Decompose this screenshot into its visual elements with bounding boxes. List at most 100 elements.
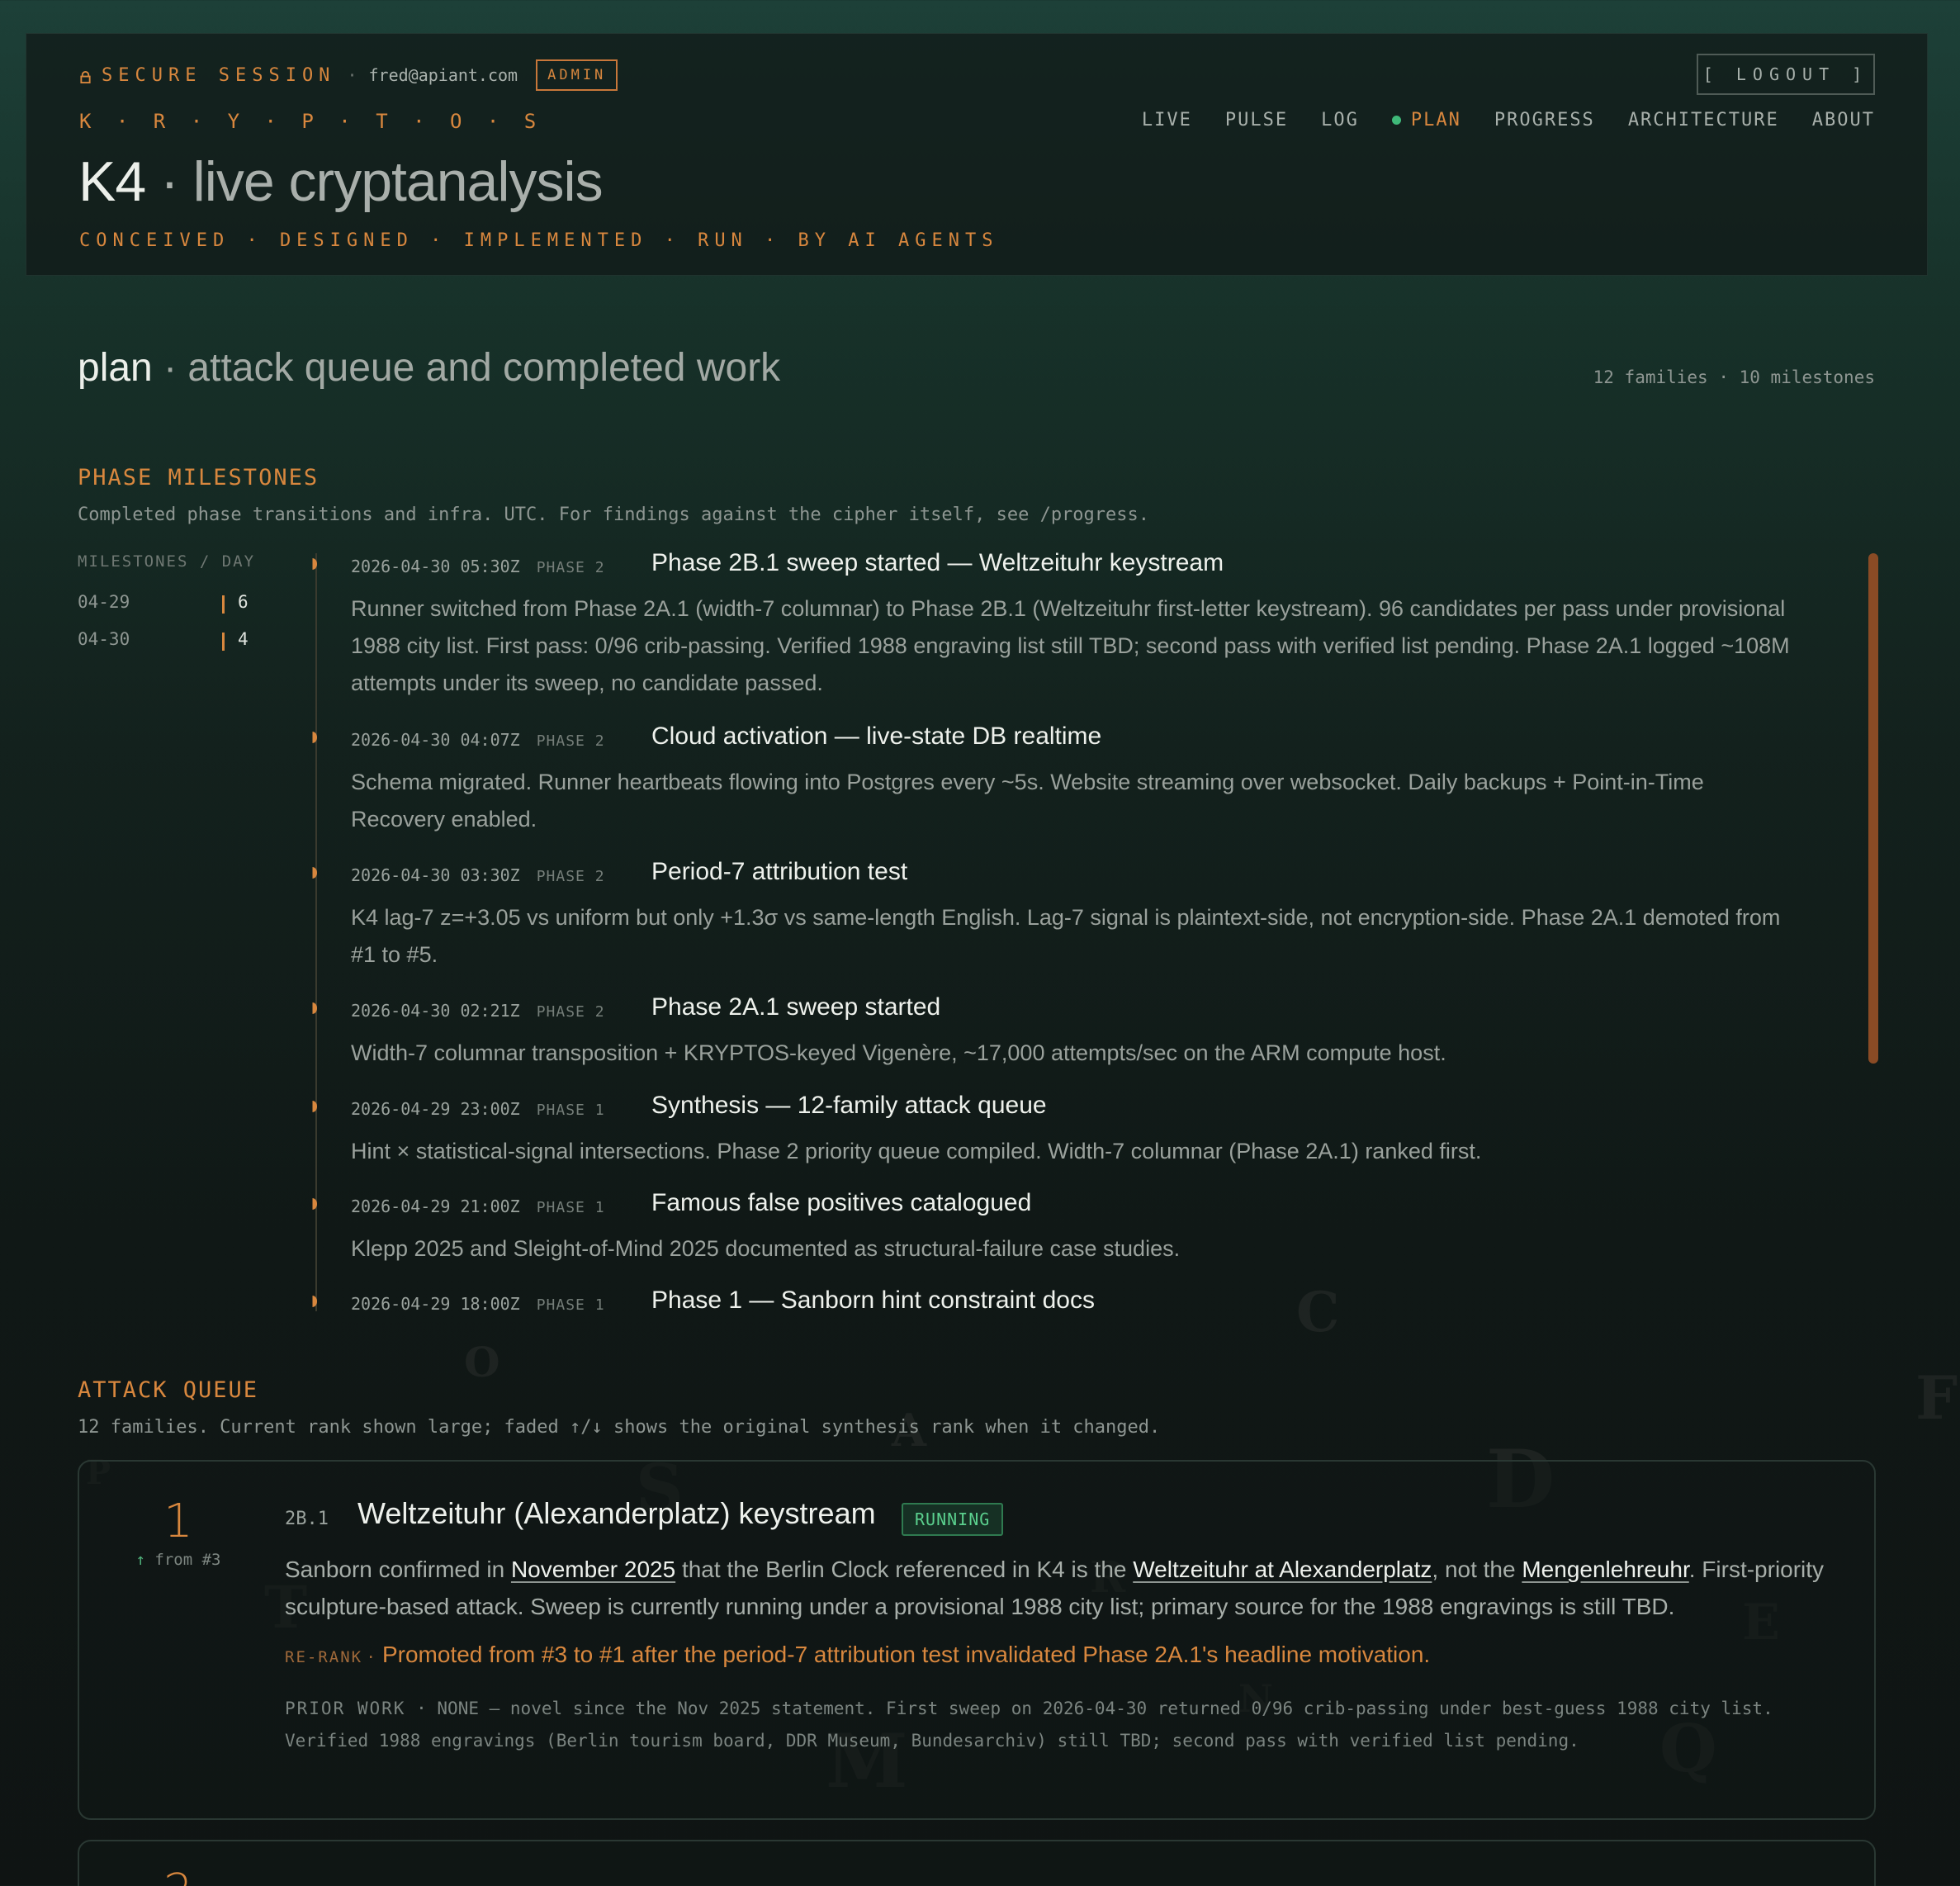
separator: · — [347, 65, 357, 85]
family-description: Sanborn confirmed in November 2025 that … — [285, 1551, 1837, 1625]
milestones-subtitle: Completed phase transitions and infra. U… — [78, 505, 1150, 525]
active-dot-icon — [1391, 116, 1401, 125]
nav-log[interactable]: LOG — [1321, 110, 1359, 130]
nav-architecture[interactable]: ARCHITECTURE — [1628, 110, 1779, 130]
nav-about[interactable]: ABOUT — [1812, 110, 1875, 130]
secure-session-label: SECURE SESSION — [102, 64, 336, 86]
rerank-note: RE-RANK · Promoted from #3 to #1 after th… — [285, 1642, 1430, 1668]
timeline-dot-icon — [312, 1101, 317, 1112]
site-header: SECURE SESSION · fred@apiant.com ADMIN [… — [26, 33, 1928, 276]
nav-pulse[interactable]: PULSE — [1225, 110, 1288, 130]
milestone-meta: 2026-04-30 03:30Z PHASE 2 — [351, 865, 605, 885]
milestone-item: 2026-04-29 18:00Z PHASE 1 Phase 1 — Sanbo… — [297, 1282, 1866, 1311]
desc-text: Sanborn confirmed in — [285, 1557, 511, 1582]
timeline-dot-icon — [312, 1296, 317, 1307]
milestone-meta: 2026-04-30 05:30Z PHASE 2 — [351, 557, 605, 576]
milestone-title: Phase 1 — Sanborn hint constraint docs — [651, 1287, 1095, 1311]
nav-label: ABOUT — [1811, 110, 1875, 130]
nav-label: LIVE — [1141, 110, 1192, 130]
nav-live[interactable]: LIVE — [1142, 110, 1192, 130]
milestone-timestamp: 2026-04-29 18:00Z — [351, 1294, 520, 1311]
per-day-row: 04-30 4 — [78, 629, 259, 654]
timeline-dot-icon — [312, 1198, 317, 1210]
milestone-timestamp: 2026-04-29 23:00Z — [351, 1099, 520, 1119]
timeline-scrollbar[interactable] — [1868, 553, 1878, 1064]
prior-work-text: NONE — novel since the Nov 2025 statemen… — [285, 1699, 1773, 1751]
milestone-body: Schema migrated. Runner heartbeats flowi… — [351, 770, 1704, 832]
session-bar: SECURE SESSION · fred@apiant.com ADMIN — [79, 59, 618, 92]
site-title: K4 · live cryptanalysis — [78, 149, 604, 214]
milestone-phase: PHASE 1 — [536, 1102, 605, 1119]
milestone-item: 2026-04-29 21:00Z PHASE 1 Famous false po… — [297, 1185, 1866, 1276]
milestone-title: Famous false positives catalogued — [651, 1189, 1032, 1216]
role-badge: ADMIN — [536, 59, 618, 91]
per-day-bar — [222, 633, 225, 651]
page-title-main: plan — [78, 346, 153, 390]
rank-number: 1 — [163, 1495, 193, 1548]
milestone-phase: PHASE 1 — [536, 1296, 605, 1311]
milestone-phase: PHASE 1 — [536, 1199, 605, 1216]
per-day-count: 6 — [238, 592, 249, 612]
attack-card[interactable]: 2 — [78, 1840, 1876, 1886]
nav-label: PROGRESS — [1494, 110, 1595, 130]
link-weltzeituhr[interactable]: Weltzeituhr at Alexanderplatz — [1133, 1557, 1432, 1582]
nav-label: PLAN — [1410, 110, 1461, 130]
milestone-item: 2026-04-30 03:30Z PHASE 2 Period-7 attrib… — [297, 854, 1866, 978]
user-email: fred@apiant.com — [368, 65, 518, 85]
per-day-count: 4 — [238, 629, 249, 649]
attack-card[interactable]: 1 ↑ from #3 2B.1 Weltzeituhr (Alexanderp… — [78, 1460, 1876, 1820]
milestone-title: Period-7 attribution test — [651, 858, 908, 885]
milestone-body: Klepp 2025 and Sleight-of-Mind 2025 docu… — [351, 1236, 1181, 1261]
nav-plan[interactable]: PLAN — [1391, 110, 1461, 130]
attack-queue-section-title: ATTACK QUEUE — [78, 1377, 259, 1403]
rank-from-text: from #3 — [154, 1551, 221, 1569]
milestone-phase: PHASE 2 — [536, 1003, 605, 1021]
milestone-phase: PHASE 2 — [536, 868, 605, 885]
milestone-item: 2026-04-30 02:21Z PHASE 2 Phase 2A.1 swee… — [297, 989, 1866, 1080]
link-mengenlehreuhr[interactable]: Mengenlehreuhr — [1522, 1557, 1688, 1582]
lock-icon — [80, 70, 91, 83]
milestone-timestamp: 2026-04-30 02:21Z — [351, 1001, 520, 1021]
milestone-body: Hint × statistical-signal intersections.… — [351, 1139, 1482, 1163]
milestone-meta: 2026-04-29 18:00Z PHASE 1 — [351, 1294, 605, 1311]
logout-button[interactable]: [ LOGOUT ] — [1697, 54, 1875, 95]
milestone-body: Width-7 columnar transposition + KRYPTOS… — [351, 1040, 1446, 1065]
family-code: 2B.1 — [285, 1509, 329, 1529]
site-title-rest: · live cryptanalysis — [145, 150, 604, 213]
page-title-rest: · attack queue and completed work — [152, 346, 781, 390]
milestones-per-day-title: MILESTONES / DAY — [78, 552, 256, 571]
brand-letters: K · R · Y · P · T · O · S — [79, 110, 543, 133]
per-day-date: 04-30 — [78, 629, 130, 649]
rank-change: ↑ from #3 — [79, 1551, 277, 1569]
tagline: CONCEIVED · DESIGNED · IMPLEMENTED · RUN… — [79, 230, 999, 251]
family-title: Weltzeituhr (Alexanderplatz) keystream — [357, 1496, 876, 1530]
site-title-main: K4 — [78, 150, 146, 213]
milestone-timestamp: 2026-04-29 21:00Z — [351, 1197, 520, 1216]
milestone-timestamp: 2026-04-30 04:07Z — [351, 730, 520, 750]
rerank-label: RE-RANK — [285, 1648, 363, 1666]
nav-progress[interactable]: PROGRESS — [1494, 110, 1595, 130]
nav-label: ARCHITECTURE — [1627, 110, 1779, 130]
milestone-meta: 2026-04-30 04:07Z PHASE 2 — [351, 730, 605, 750]
rank-number: 2 — [79, 1865, 277, 1886]
milestone-timestamp: 2026-04-30 03:30Z — [351, 865, 520, 885]
milestone-title: Phase 2B.1 sweep started — Weltzeituhr k… — [651, 549, 1224, 576]
arrow-up-icon: ↑ — [135, 1551, 145, 1569]
timeline-dot-icon — [312, 867, 317, 879]
bg-letter: F — [1915, 1362, 1958, 1433]
prior-work: PRIOR WORK · NONE — novel since the Nov … — [285, 1693, 1845, 1757]
main-nav: LIVE PULSE LOG PLAN PROGRESS ARCHITECTUR… — [1142, 110, 1875, 130]
attack-queue-subtitle: 12 families. Current rank shown large; f… — [78, 1417, 1161, 1438]
milestone-title: Synthesis — 12-family attack queue — [651, 1092, 1047, 1119]
milestone-timeline[interactable]: 2026-04-30 05:30Z PHASE 2 Phase 2B.1 swee… — [297, 545, 1882, 1311]
link-november-2025[interactable]: November 2025 — [511, 1557, 675, 1582]
desc-text: , not the — [1432, 1557, 1522, 1582]
milestone-meta: 2026-04-29 21:00Z PHASE 1 — [351, 1197, 605, 1216]
timeline-dot-icon — [312, 1002, 317, 1014]
rerank-text: Promoted from #3 to #1 after the period-… — [381, 1642, 1431, 1667]
milestone-meta: 2026-04-30 02:21Z PHASE 2 — [351, 1001, 605, 1021]
milestone-title: Cloud activation — live-state DB realtim… — [651, 723, 1102, 750]
milestone-body: K4 lag-7 z=+3.05 vs uniform but only +1.… — [351, 905, 1781, 967]
page-title: plan · attack queue and completed work — [78, 345, 780, 391]
timeline-dot-icon — [312, 558, 317, 570]
